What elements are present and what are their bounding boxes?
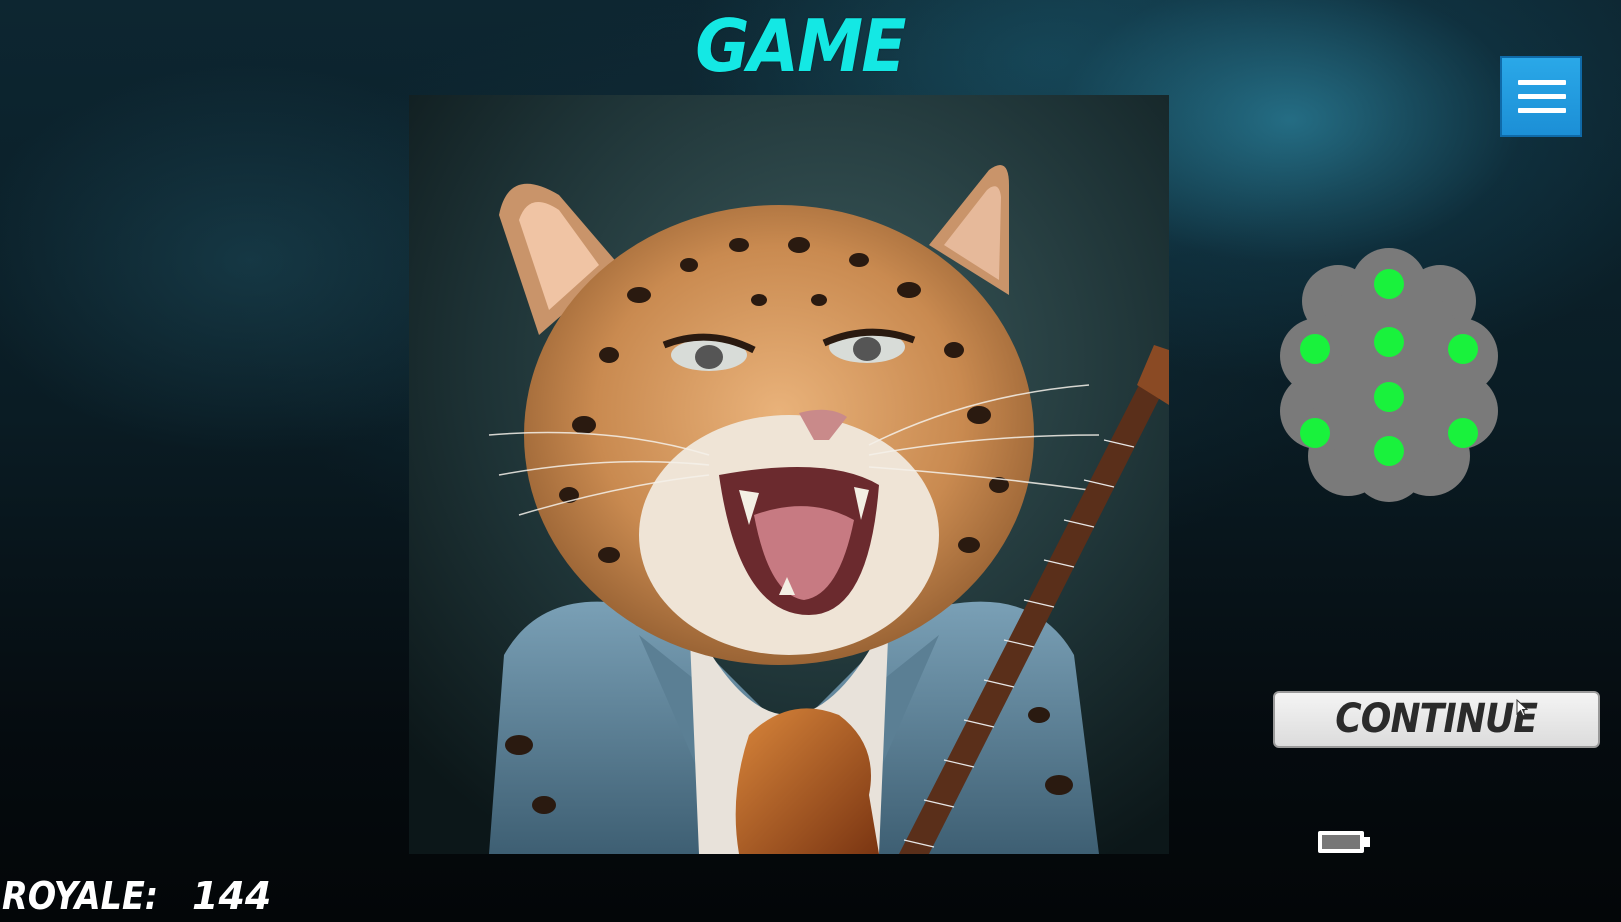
score-value: 144: [192, 874, 272, 918]
indicator-dot: [1448, 418, 1478, 448]
indicator-dot: [1374, 269, 1404, 299]
indicator-dot: [1374, 327, 1404, 357]
menu-button[interactable]: [1500, 56, 1582, 137]
continue-label: CONTINUE: [1335, 696, 1539, 742]
score-display: ROYALE: 144: [2, 870, 271, 922]
hamburger-menu-icon: [1518, 80, 1566, 85]
continue-button[interactable]: CONTINUE: [1273, 691, 1600, 748]
indicator-dot: [1300, 334, 1330, 364]
indicator-dot: [1374, 436, 1404, 466]
hamburger-menu-icon-bar: [1518, 108, 1566, 113]
hamburger-menu-icon-bar: [1518, 94, 1566, 99]
indicator-dot: [1448, 334, 1478, 364]
character-portrait: [409, 95, 1169, 854]
score-label: ROYALE:: [2, 874, 159, 918]
indicator-dot: [1300, 418, 1330, 448]
game-title: GAME START!: [674, 4, 927, 180]
game-screen: GAME START!: [0, 0, 1621, 922]
mouse-cursor-icon: [1516, 698, 1529, 717]
brain-dots-icon: [1278, 246, 1500, 504]
indicator-dot: [1374, 382, 1404, 412]
battery-icon: [1317, 828, 1372, 856]
